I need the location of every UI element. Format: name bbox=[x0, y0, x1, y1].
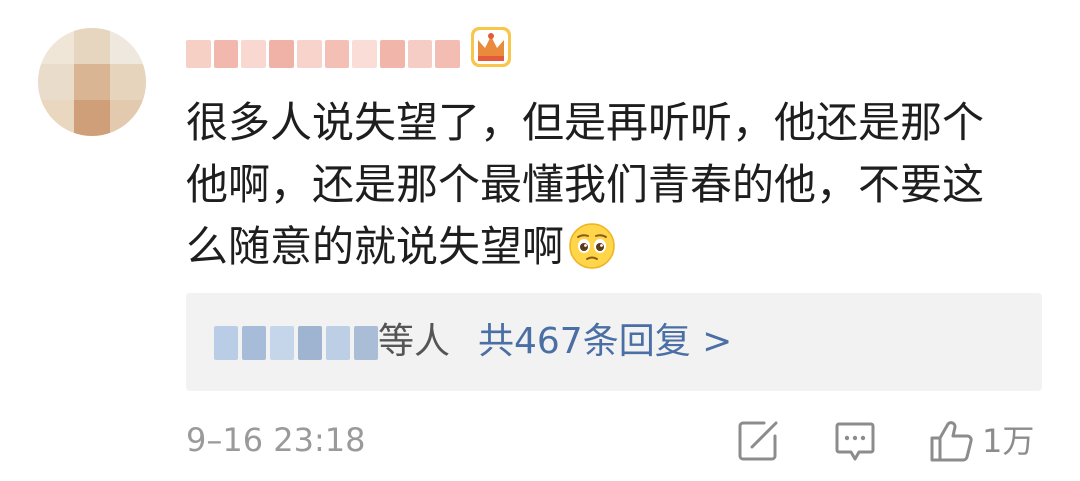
comment-icon[interactable] bbox=[834, 418, 876, 464]
like-count: 1万 bbox=[982, 422, 1035, 460]
like-button[interactable]: 1万 bbox=[928, 418, 1048, 464]
replies-suffix: 等人 bbox=[378, 321, 451, 362]
comment-line: 他啊，还是那个最懂我们青春的他，不要这 bbox=[186, 160, 985, 209]
replies-preview[interactable]: 等人 共467条回复 > bbox=[186, 293, 1042, 391]
share-edit-icon[interactable] bbox=[736, 418, 780, 464]
avatar[interactable] bbox=[38, 28, 146, 136]
pleading-face-emoji-icon bbox=[569, 223, 615, 269]
view-replies-link[interactable]: 共467条回复 > bbox=[478, 317, 732, 367]
thumbs-up-icon bbox=[930, 421, 973, 462]
comment-text: 很多人说失望了，但是再听听，他还是那个 他啊，还是那个最懂我们青春的他，不要这 … bbox=[186, 92, 1036, 278]
crown-icon bbox=[471, 27, 511, 67]
timestamp: 9–16 23:18 bbox=[186, 421, 366, 459]
comment-line-text: 么随意的就说失望啊 bbox=[186, 222, 565, 271]
username[interactable] bbox=[186, 40, 461, 68]
comment-line: 么随意的就说失望啊 bbox=[186, 216, 1036, 278]
comment-line: 很多人说失望了，但是再听听，他还是那个 bbox=[186, 98, 985, 147]
replier-names bbox=[214, 326, 378, 360]
